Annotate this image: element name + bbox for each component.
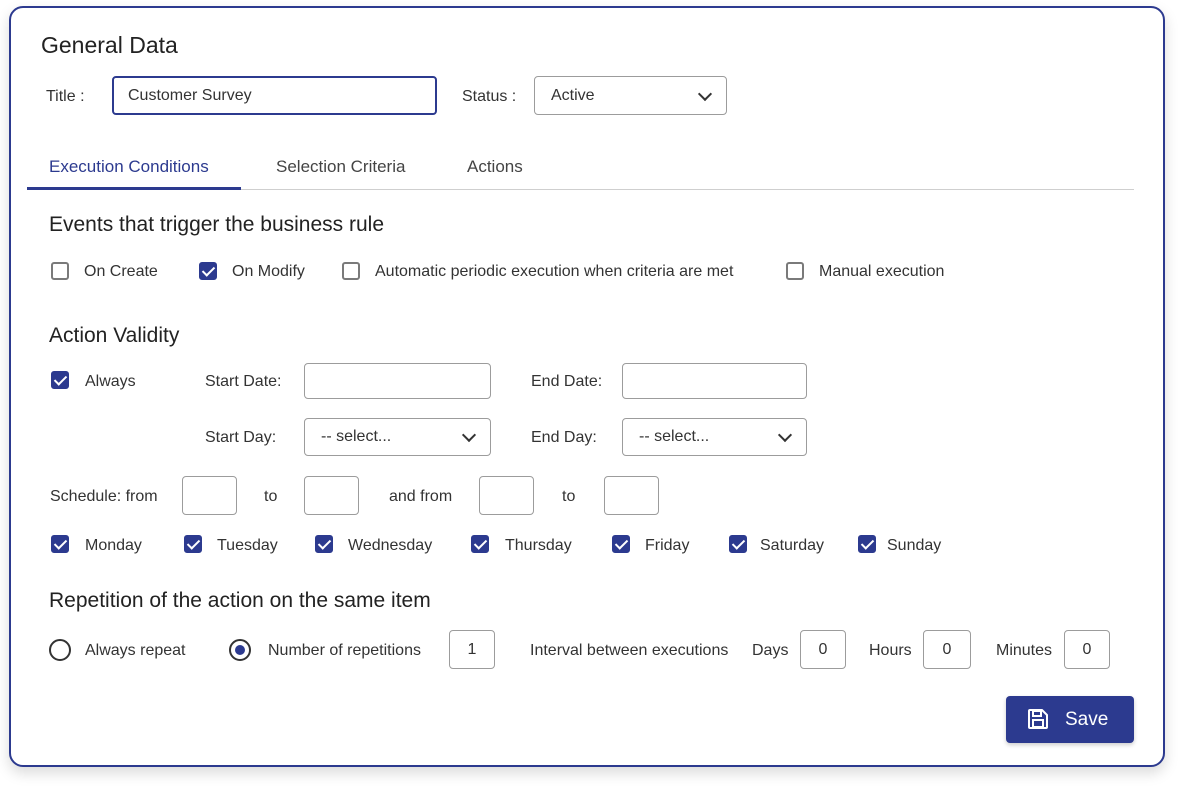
chevron-down-icon bbox=[461, 427, 477, 443]
start-date-label: Start Date: bbox=[205, 373, 282, 390]
save-button-label: Save bbox=[1065, 709, 1109, 730]
status-select-value: Active bbox=[551, 86, 595, 104]
end-day-select[interactable]: -- select... bbox=[622, 418, 807, 456]
schedule-to-label: to bbox=[264, 488, 278, 505]
and-from-label: and from bbox=[389, 488, 453, 505]
wednesday-checkbox[interactable] bbox=[315, 535, 333, 553]
monday-label: Monday bbox=[85, 537, 142, 554]
thursday-checkbox[interactable] bbox=[471, 535, 489, 553]
interval-label: Interval between executions bbox=[530, 642, 729, 659]
start-day-select[interactable]: -- select... bbox=[304, 418, 491, 456]
hours-label: Hours bbox=[869, 642, 912, 659]
save-button[interactable]: Save bbox=[1006, 696, 1134, 743]
saturday-checkbox[interactable] bbox=[729, 535, 747, 553]
hours-input[interactable]: 0 bbox=[923, 630, 971, 669]
manual-execution-checkbox[interactable] bbox=[786, 262, 804, 280]
tab-execution-conditions[interactable]: Execution Conditions bbox=[49, 157, 209, 177]
active-tab-indicator bbox=[27, 187, 241, 190]
repetitions-input[interactable]: 1 bbox=[449, 630, 495, 669]
always-label: Always bbox=[85, 373, 136, 390]
number-of-repetitions-label: Number of repetitions bbox=[268, 642, 421, 659]
minutes-input[interactable]: 0 bbox=[1064, 630, 1110, 669]
on-modify-checkbox[interactable] bbox=[199, 262, 217, 280]
tab-actions[interactable]: Actions bbox=[467, 157, 523, 177]
minutes-value: 0 bbox=[1082, 640, 1092, 658]
monday-checkbox[interactable] bbox=[51, 535, 69, 553]
tuesday-label: Tuesday bbox=[217, 537, 278, 554]
repetition-heading: Repetition of the action on the same ite… bbox=[49, 589, 431, 612]
minutes-label: Minutes bbox=[996, 642, 1053, 659]
days-label: Days bbox=[752, 642, 789, 659]
thursday-label: Thursday bbox=[505, 537, 572, 554]
friday-checkbox[interactable] bbox=[612, 535, 630, 553]
end-day-value: -- select... bbox=[639, 428, 710, 445]
chevron-down-icon bbox=[777, 427, 793, 443]
status-label: Status : bbox=[462, 88, 517, 105]
saturday-label: Saturday bbox=[760, 537, 825, 554]
schedule-from-label: Schedule: from bbox=[50, 488, 158, 505]
days-input[interactable]: 0 bbox=[800, 630, 846, 669]
end-date-label: End Date: bbox=[531, 373, 603, 390]
on-modify-label: On Modify bbox=[232, 263, 305, 280]
sunday-checkbox[interactable] bbox=[858, 535, 876, 553]
action-validity-heading: Action Validity bbox=[49, 324, 180, 347]
days-value: 0 bbox=[818, 640, 828, 658]
on-create-checkbox[interactable] bbox=[51, 262, 69, 280]
title-label: Title : bbox=[46, 88, 85, 105]
save-icon bbox=[1028, 709, 1048, 729]
start-date-input[interactable] bbox=[304, 363, 491, 399]
wednesday-label: Wednesday bbox=[348, 537, 433, 554]
schedule-from-input[interactable] bbox=[182, 476, 237, 515]
chevron-down-icon bbox=[697, 86, 713, 101]
number-of-repetitions-radio[interactable] bbox=[229, 639, 251, 661]
start-day-label: Start Day: bbox=[205, 429, 277, 446]
end-day-label: End Day: bbox=[531, 429, 597, 446]
title-input[interactable]: Customer Survey bbox=[112, 76, 437, 115]
general-data-heading: General Data bbox=[41, 32, 178, 58]
end-date-input[interactable] bbox=[622, 363, 807, 399]
status-select[interactable]: Active bbox=[534, 76, 727, 115]
schedule-to2-input[interactable] bbox=[604, 476, 659, 515]
always-repeat-radio[interactable] bbox=[49, 639, 71, 661]
schedule-to2-label: to bbox=[562, 488, 576, 505]
events-heading: Events that trigger the business rule bbox=[49, 213, 385, 236]
schedule-to-input[interactable] bbox=[304, 476, 359, 515]
title-input-value: Customer Survey bbox=[128, 86, 252, 104]
tab-selection-criteria[interactable]: Selection Criteria bbox=[276, 157, 405, 177]
friday-label: Friday bbox=[645, 537, 690, 554]
tuesday-checkbox[interactable] bbox=[184, 535, 202, 553]
automatic-periodic-label: Automatic periodic execution when criter… bbox=[375, 263, 734, 280]
schedule-and-from-input[interactable] bbox=[479, 476, 534, 515]
sunday-label: Sunday bbox=[887, 537, 942, 554]
hours-value: 0 bbox=[942, 640, 952, 658]
automatic-periodic-checkbox[interactable] bbox=[342, 262, 360, 280]
on-create-label: On Create bbox=[84, 263, 158, 280]
always-checkbox[interactable] bbox=[51, 371, 69, 389]
manual-execution-label: Manual execution bbox=[819, 263, 945, 280]
repetitions-value: 1 bbox=[467, 640, 477, 658]
always-repeat-label: Always repeat bbox=[85, 642, 186, 659]
start-day-value: -- select... bbox=[321, 428, 392, 445]
